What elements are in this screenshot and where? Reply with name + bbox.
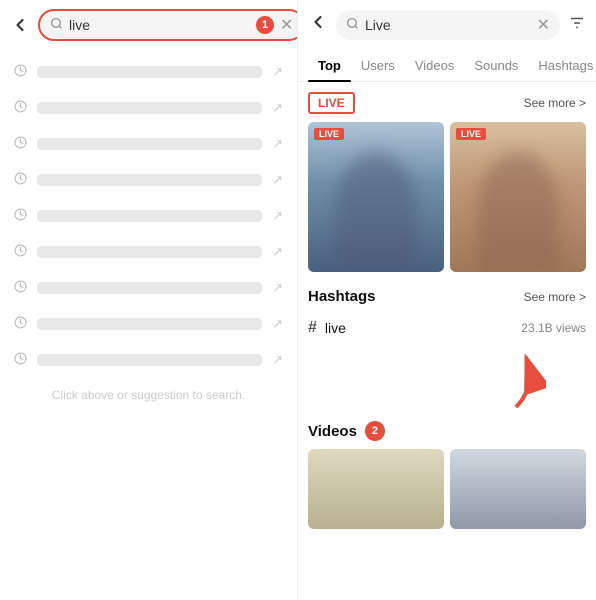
- suggestions-list: ↗ ↗ ↗: [0, 50, 297, 600]
- arrow-annotation: [308, 347, 586, 417]
- videos-title-row: Videos 2: [308, 421, 385, 441]
- tabs-bar: Top Users Videos Sounds Hashtags: [298, 50, 596, 82]
- suggestion-text: [37, 282, 262, 294]
- search-icon-right: [346, 17, 359, 33]
- search-icon-left: [50, 17, 63, 33]
- search-box-left[interactable]: 1 ✕: [38, 9, 298, 41]
- right-panel: Live ✕ Top Users Videos Sounds Hashtags …: [298, 0, 596, 600]
- live-video-2[interactable]: LIVE: [450, 122, 586, 272]
- arrow-icon: ↗: [272, 64, 283, 80]
- hashtag-views: 23.1B views: [521, 321, 586, 335]
- list-item[interactable]: ↗: [0, 270, 297, 306]
- suggestion-text: [37, 138, 262, 150]
- suggestion-text: [37, 102, 262, 114]
- list-item[interactable]: ↗: [0, 234, 297, 270]
- videos-grid: [308, 449, 586, 529]
- right-header: Live ✕: [298, 0, 596, 50]
- suggestion-text: [37, 210, 262, 222]
- list-item[interactable]: ↗: [0, 54, 297, 90]
- figure-blur-2: [477, 152, 559, 272]
- clock-icon: [14, 172, 27, 188]
- live-section-header: LIVE See more >: [308, 92, 586, 114]
- filter-icon[interactable]: [568, 14, 586, 37]
- live-badge-fill-1: LIVE: [314, 128, 344, 140]
- red-arrow-svg: [486, 347, 546, 417]
- live-video-1[interactable]: LIVE: [308, 122, 444, 272]
- list-item[interactable]: ↗: [0, 342, 297, 378]
- clear-button-right[interactable]: ✕: [537, 15, 550, 35]
- arrow-icon: ↗: [272, 136, 283, 152]
- figure-blur-1: [335, 152, 417, 272]
- back-button-right[interactable]: [308, 12, 328, 38]
- list-item[interactable]: ↗: [0, 198, 297, 234]
- tab-top[interactable]: Top: [308, 50, 351, 81]
- list-item[interactable]: ↗: [0, 306, 297, 342]
- left-header: 1 ✕ Search: [0, 0, 297, 50]
- hashtags-section: Hashtags See more > # live 23.1B views: [308, 288, 586, 343]
- clock-icon: [14, 136, 27, 152]
- arrow-icon: ↗: [272, 244, 283, 260]
- arrow-icon: ↗: [272, 280, 283, 296]
- suggestion-text: [37, 318, 262, 330]
- videos-title: Videos: [308, 423, 357, 440]
- list-item[interactable]: ↗: [0, 126, 297, 162]
- hashtags-section-header: Hashtags See more >: [308, 288, 586, 305]
- hashtag-name: live: [325, 320, 513, 336]
- suggestion-text: [37, 246, 262, 258]
- suggestion-footer: Click above or suggestion to search.: [0, 378, 297, 412]
- search-box-right[interactable]: Live ✕: [336, 10, 560, 40]
- arrow-icon: ↗: [272, 352, 283, 368]
- hashtags-title: Hashtags: [308, 288, 376, 305]
- hashtag-symbol: #: [308, 319, 317, 337]
- tab-videos[interactable]: Videos: [405, 50, 465, 81]
- live-see-more[interactable]: See more >: [524, 96, 586, 110]
- content-area: LIVE See more > LIVE LIVE Hashtags See m…: [298, 82, 596, 600]
- left-panel: 1 ✕ Search ↗ ↗: [0, 0, 298, 600]
- videos-section: Videos 2: [308, 421, 586, 529]
- clock-icon: [14, 352, 27, 368]
- hashtags-see-more[interactable]: See more >: [524, 290, 586, 304]
- badge-1: 1: [256, 16, 274, 34]
- suggestion-text: [37, 354, 262, 366]
- clear-button-left[interactable]: ✕: [280, 15, 293, 35]
- clock-icon: [14, 316, 27, 332]
- tab-hashtags[interactable]: Hashtags: [528, 50, 596, 81]
- clock-icon: [14, 244, 27, 260]
- arrow-icon: ↗: [272, 172, 283, 188]
- search-text-right: Live: [365, 17, 531, 33]
- suggestion-text: [37, 66, 262, 78]
- tab-sounds[interactable]: Sounds: [464, 50, 528, 81]
- arrow-icon: ↗: [272, 316, 283, 332]
- live-badge-fill-2: LIVE: [456, 128, 486, 140]
- list-item[interactable]: ↗: [0, 162, 297, 198]
- live-videos-grid: LIVE LIVE: [308, 122, 586, 272]
- live-badge-outlined: LIVE: [308, 92, 355, 114]
- clock-icon: [14, 208, 27, 224]
- arrow-icon: ↗: [272, 208, 283, 224]
- videos-section-header: Videos 2: [308, 421, 586, 441]
- clock-icon: [14, 64, 27, 80]
- clock-icon: [14, 280, 27, 296]
- hashtag-row[interactable]: # live 23.1B views: [308, 313, 586, 343]
- video-thumb-2[interactable]: [450, 449, 586, 529]
- search-input-left[interactable]: [69, 17, 250, 33]
- video-thumb-1[interactable]: [308, 449, 444, 529]
- back-button-left[interactable]: [10, 15, 30, 35]
- list-item[interactable]: ↗: [0, 90, 297, 126]
- badge-2: 2: [365, 421, 385, 441]
- suggestion-text: [37, 174, 262, 186]
- tab-users[interactable]: Users: [351, 50, 405, 81]
- clock-icon: [14, 100, 27, 116]
- arrow-icon: ↗: [272, 100, 283, 116]
